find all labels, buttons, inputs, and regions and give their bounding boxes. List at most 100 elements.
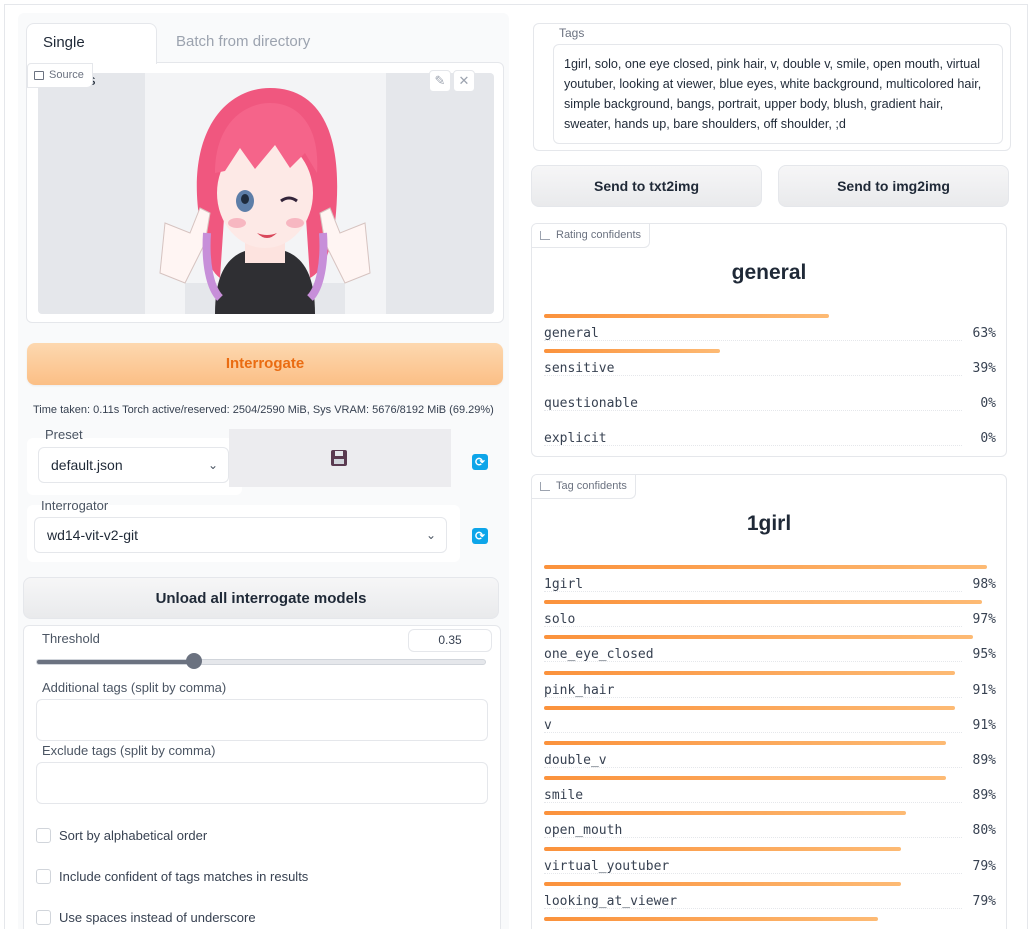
save-icon[interactable] <box>331 450 347 466</box>
dotted-divider <box>544 802 962 804</box>
threshold-slider-fill <box>37 660 195 664</box>
checkbox[interactable] <box>36 909 51 925</box>
confidence-name: general <box>544 326 599 341</box>
dotted-divider <box>544 767 962 768</box>
tag-confidents-label: Tag confidents <box>532 475 636 499</box>
tab-batch-from-directory[interactable]: Batch from directory <box>160 23 326 64</box>
tab-bar: Single process Batch from directory <box>26 23 504 89</box>
threshold-label: Threshold <box>42 631 100 646</box>
source-label: Source <box>27 63 93 88</box>
confidence-name: pink_hair <box>544 682 615 698</box>
dotted-divider <box>544 375 962 376</box>
preset-label: Preset <box>45 427 83 442</box>
confidence-value: 97% <box>972 612 996 628</box>
interrogator-refresh-icon[interactable]: ⟳ <box>472 528 488 544</box>
confidence-bar <box>544 705 955 710</box>
confidence-value: 80% <box>972 823 996 839</box>
confidence-bar <box>544 565 987 569</box>
dotted-divider <box>544 872 962 874</box>
dotted-divider <box>544 591 962 592</box>
threshold-input[interactable]: 0.35 <box>408 629 492 652</box>
confidence-name: double_v <box>544 753 607 768</box>
clear-image-button[interactable]: ✕ <box>453 70 475 92</box>
confidence-row: pink_hair 91% <box>544 670 996 706</box>
edit-image-button[interactable]: ✎ <box>429 70 451 92</box>
tags-panel: Tags 1girl, solo, one eye closed, pink h… <box>533 23 1011 151</box>
interrogator-value: wd14-vit-v2-git <box>47 527 139 543</box>
tags-output[interactable]: 1girl, solo, one eye closed, pink hair, … <box>553 44 1003 144</box>
dotted-divider <box>544 340 962 341</box>
confidence-bar <box>544 881 901 886</box>
checkbox-label: Use spaces instead of underscore <box>59 909 256 925</box>
confidence-row: solo 97% <box>544 600 996 635</box>
interrogator-dropdown[interactable]: wd14-vit-v2-git ⌄ <box>34 517 447 553</box>
use-spaces-checkbox[interactable]: Use spaces instead of underscore <box>36 907 256 927</box>
checkbox-label: Sort by alphabetical order <box>59 827 208 843</box>
confidence-bar <box>544 811 906 816</box>
bar-chart-icon <box>540 231 550 240</box>
confidence-value: 79% <box>972 858 996 874</box>
chevron-down-icon: ⌄ <box>207 458 218 472</box>
confidence-bar <box>544 635 973 640</box>
dotted-divider <box>544 445 962 446</box>
additional-tags-input[interactable] <box>36 699 488 741</box>
source-panel: Source ✎ ✕ <box>26 62 504 323</box>
confidence-name: questionable <box>544 396 638 411</box>
preset-refresh-icon[interactable]: ⟳ <box>472 454 488 470</box>
confidence-bar <box>544 314 829 318</box>
dotted-divider <box>544 626 962 628</box>
threshold-slider-thumb[interactable] <box>186 653 202 669</box>
tag-confidents-panel: Tag confidents 1girl 1girl 98% solo 97% one_… <box>531 474 1007 929</box>
sort-alphabetical-checkbox[interactable]: Sort by alphabetical order <box>36 825 207 845</box>
exclude-tags-label: Exclude tags (split by comma) <box>42 743 216 758</box>
confidence-value: 39% <box>972 361 996 376</box>
right-panel: Tags 1girl, solo, one eye closed, pink h… <box>526 13 1018 929</box>
threshold-slider[interactable] <box>36 659 486 665</box>
confidence-bar <box>544 349 720 353</box>
send-to-txt2img-button[interactable]: Send to txt2img <box>531 165 762 207</box>
rating-label-text: Rating confidents <box>556 229 641 241</box>
confidence-row: v 91% <box>544 705 996 741</box>
image-icon <box>34 71 44 80</box>
tab-single-process[interactable]: Single process <box>26 23 157 89</box>
confidence-name: one_eye_closed <box>544 647 654 663</box>
confidence-row: 1girl 98% <box>544 565 996 600</box>
confidence-bar <box>544 846 901 851</box>
rating-confidents-label: Rating confidents <box>532 224 650 248</box>
confidence-name: 1girl <box>544 577 584 592</box>
confidence-name: virtual_youtuber <box>544 858 670 874</box>
confidence-row: double_v 89% <box>544 741 996 776</box>
confidence-name: v <box>544 717 552 733</box>
confidence-name: sensitive <box>544 361 615 376</box>
checkbox-label: Include confident of tags matches in res… <box>59 868 309 884</box>
interrogator-label: Interrogator <box>41 498 109 513</box>
source-image-area[interactable] <box>38 73 494 314</box>
tags-label: Tags <box>557 26 587 40</box>
confidence-row: questionable 0% <box>544 384 996 419</box>
checkbox[interactable] <box>36 868 51 884</box>
additional-tags-label: Additional tags (split by comma) <box>42 680 227 695</box>
confidence-value: 89% <box>972 753 996 768</box>
dotted-divider <box>544 731 962 733</box>
confidence-bar <box>544 741 946 745</box>
confidence-bar <box>544 670 955 675</box>
unload-models-button[interactable]: Unload all interrogate models <box>23 577 499 619</box>
tag-top-label: 1girl <box>746 512 792 535</box>
exclude-tags-input[interactable] <box>36 762 488 804</box>
confidence-row: smile 89% <box>544 776 996 811</box>
dotted-divider <box>544 837 962 839</box>
confidence-value: 0% <box>980 431 996 446</box>
checkbox[interactable] <box>36 827 51 843</box>
source-image <box>145 73 386 314</box>
send-to-img2img-button[interactable]: Send to img2img <box>778 165 1009 207</box>
confidence-name: solo <box>544 612 576 628</box>
include-confident-checkbox[interactable]: Include confident of tags matches in res… <box>36 866 308 886</box>
timing-info: Time taken: 0.11s Torch active/reserved:… <box>33 404 494 416</box>
interrogate-button[interactable]: Interrogate <box>27 343 503 385</box>
confidence-value: 0% <box>980 396 996 411</box>
confidence-row: sensitive 39% <box>544 349 996 384</box>
preset-dropdown[interactable]: default.json ⌄ <box>38 447 229 483</box>
confidence-name: looking_at_viewer <box>544 893 678 909</box>
confidence-value: 63% <box>972 326 996 341</box>
confidence-value: 79% <box>972 893 996 909</box>
